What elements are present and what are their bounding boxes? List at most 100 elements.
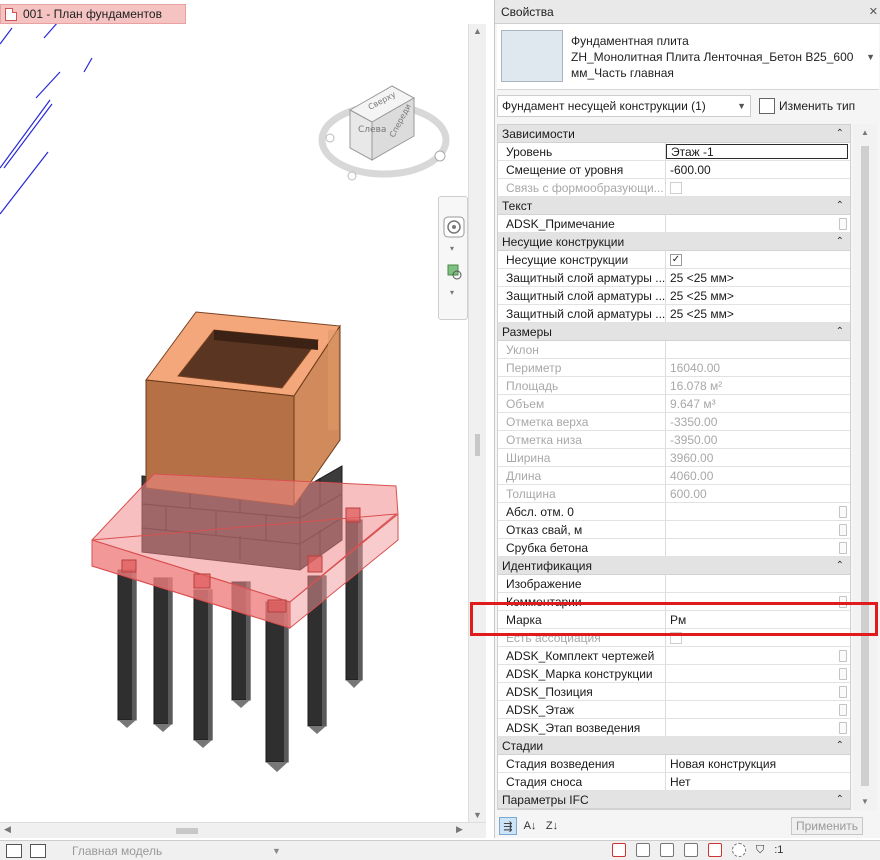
property-value[interactable] xyxy=(666,539,850,556)
property-value[interactable]: -600.00 xyxy=(666,161,850,178)
property-value[interactable] xyxy=(666,503,850,520)
active-model[interactable]: Главная модель xyxy=(72,844,272,858)
property-value[interactable]: 25 <25 мм> xyxy=(666,287,850,304)
property-row[interactable]: Экспорт в IFCПо типу xyxy=(498,809,850,810)
scroll-left-icon[interactable]: ◀ xyxy=(4,824,11,835)
property-row[interactable]: Изображение xyxy=(498,575,850,593)
property-row[interactable]: Объем 9.647 м³ xyxy=(498,395,850,413)
property-row[interactable]: Несущие конструкции ✓ xyxy=(498,251,850,269)
sort-ascending-icon[interactable]: A↓ xyxy=(521,817,539,835)
properties-scroll-thumb[interactable] xyxy=(861,146,869,786)
edit-value-button[interactable] xyxy=(839,722,847,734)
property-value[interactable] xyxy=(666,719,850,736)
scroll-right-icon[interactable]: ▶ xyxy=(456,824,463,835)
property-group-header[interactable]: Размеры ⌃ xyxy=(498,323,850,341)
property-group-header[interactable]: Параметры IFC ⌃ xyxy=(498,791,850,809)
property-value[interactable] xyxy=(666,683,850,700)
collapse-group-icon[interactable]: ⌃ xyxy=(836,740,844,751)
property-value[interactable]: 25 <25 мм> xyxy=(666,305,850,322)
design-options-icon[interactable] xyxy=(30,843,46,858)
property-row[interactable]: Отметка низа -3950.00 xyxy=(498,431,850,449)
worksets-icon[interactable] xyxy=(6,843,22,858)
property-group-header[interactable]: Текст ⌃ xyxy=(498,197,850,215)
properties-scrollbar[interactable]: ▲ ▼ xyxy=(853,124,877,810)
scroll-thumb[interactable] xyxy=(475,434,480,456)
collapse-group-icon[interactable]: ⌃ xyxy=(836,200,844,211)
property-value[interactable] xyxy=(666,215,850,232)
edit-value-button[interactable] xyxy=(839,704,847,716)
property-row[interactable]: Защитный слой арматуры ... 25 <25 мм> xyxy=(498,269,850,287)
property-value[interactable] xyxy=(666,647,850,664)
navigation-bar[interactable]: ▾ ▾ xyxy=(438,196,468,320)
instance-filter-dropdown[interactable]: Фундамент несущей конструкции (1) ▼ xyxy=(497,95,751,117)
property-row[interactable]: Уклон xyxy=(498,341,850,359)
property-group-header[interactable]: Несущие конструкции ⌃ xyxy=(498,233,850,251)
background-process-icon[interactable] xyxy=(732,843,746,857)
edit-value-button[interactable] xyxy=(839,668,847,680)
select-pinned-icon[interactable] xyxy=(660,843,674,857)
scroll-up-icon[interactable]: ▲ xyxy=(861,128,869,137)
drag-elements-icon[interactable] xyxy=(708,843,722,857)
property-value[interactable]: По типу xyxy=(666,809,850,810)
close-icon[interactable]: ✕ xyxy=(869,5,878,18)
edit-value-button[interactable] xyxy=(839,686,847,698)
edit-value-button[interactable] xyxy=(839,218,847,230)
apply-button[interactable]: Применить xyxy=(791,817,863,835)
property-row[interactable]: Срубка бетона xyxy=(498,539,850,557)
properties-grid[interactable]: Зависимости ⌃ Уровень Этаж -1 Смещение от ур… xyxy=(497,124,851,810)
viewcube-home-icon[interactable] xyxy=(434,150,446,162)
property-row[interactable]: Связь с формообразующи... xyxy=(498,179,850,197)
property-value[interactable]: Нет xyxy=(666,773,850,790)
viewcube[interactable]: Слева Сверху Спереди xyxy=(318,85,450,181)
sort-by-group-icon[interactable]: ⇶ xyxy=(499,817,517,835)
viewport-vertical-scrollbar[interactable]: ▲ ▼ xyxy=(468,24,486,822)
property-row[interactable]: ADSK_Марка конструкции xyxy=(498,665,850,683)
collapse-group-icon[interactable]: ⌃ xyxy=(836,128,844,139)
collapse-group-icon[interactable]: ⌃ xyxy=(836,560,844,571)
property-row[interactable]: Периметр 16040.00 xyxy=(498,359,850,377)
property-row[interactable]: ADSK_Позиция xyxy=(498,683,850,701)
3d-scene[interactable]: Слева Сверху Спереди xyxy=(0,0,468,822)
collapse-group-icon[interactable]: ⌃ xyxy=(836,236,844,247)
collapse-group-icon[interactable]: ⌃ xyxy=(836,794,844,805)
property-row[interactable]: Защитный слой арматуры ... 25 <25 мм> xyxy=(498,305,850,323)
drawing-viewport[interactable]: Слева Сверху Спереди 001 - План фундамен… xyxy=(0,0,486,838)
sort-descending-icon[interactable]: Z↓ xyxy=(543,817,561,835)
property-row[interactable]: Отказ свай, м xyxy=(498,521,850,539)
scroll-down-icon[interactable]: ▼ xyxy=(861,797,869,806)
property-row[interactable]: Толщина 600.00 xyxy=(498,485,850,503)
property-row[interactable]: Стадия возведения Новая конструкция xyxy=(498,755,850,773)
property-value[interactable]: Новая конструкция xyxy=(666,755,850,772)
property-row[interactable]: Абсл. отм. 0 xyxy=(498,503,850,521)
edit-value-button[interactable] xyxy=(839,542,847,554)
select-links-icon[interactable] xyxy=(612,843,626,857)
select-by-face-icon[interactable] xyxy=(684,843,698,857)
property-row[interactable]: ADSK_Этап возведения xyxy=(498,719,850,737)
property-row[interactable]: ADSK_Примечание xyxy=(498,215,850,233)
scroll-up-icon[interactable]: ▲ xyxy=(473,26,482,36)
collapse-group-icon[interactable]: ⌃ xyxy=(836,326,844,337)
edit-value-button[interactable] xyxy=(839,506,847,518)
edit-value-button[interactable] xyxy=(839,524,847,536)
select-underlay-icon[interactable] xyxy=(636,843,650,857)
chevron-down-icon[interactable]: ▼ xyxy=(272,846,281,856)
property-group-header[interactable]: Стадии ⌃ xyxy=(498,737,850,755)
filter-icon[interactable]: ⛉ xyxy=(756,844,764,857)
property-value[interactable]: ✓ xyxy=(666,251,850,268)
edit-value-button[interactable] xyxy=(839,650,847,662)
property-value[interactable] xyxy=(666,575,850,592)
property-row[interactable]: Отметка верха -3350.00 xyxy=(498,413,850,431)
property-value[interactable]: 25 <25 мм> xyxy=(666,269,850,286)
property-row[interactable]: Ширина 3960.00 xyxy=(498,449,850,467)
property-row[interactable]: Уровень Этаж -1 xyxy=(498,143,850,161)
property-group-header[interactable]: Зависимости ⌃ xyxy=(498,125,850,143)
property-row[interactable]: Площадь 16.078 м² xyxy=(498,377,850,395)
property-row[interactable]: Длина 4060.00 xyxy=(498,467,850,485)
viewcube-left-label[interactable]: Слева xyxy=(358,125,386,135)
scroll-down-icon[interactable]: ▼ xyxy=(473,810,482,820)
property-row[interactable]: Смещение от уровня -600.00 xyxy=(498,161,850,179)
property-value[interactable] xyxy=(666,701,850,718)
property-row[interactable]: ADSK_Этаж xyxy=(498,701,850,719)
property-row[interactable]: Стадия сноса Нет xyxy=(498,773,850,791)
property-value[interactable]: Этаж -1 xyxy=(666,144,848,159)
